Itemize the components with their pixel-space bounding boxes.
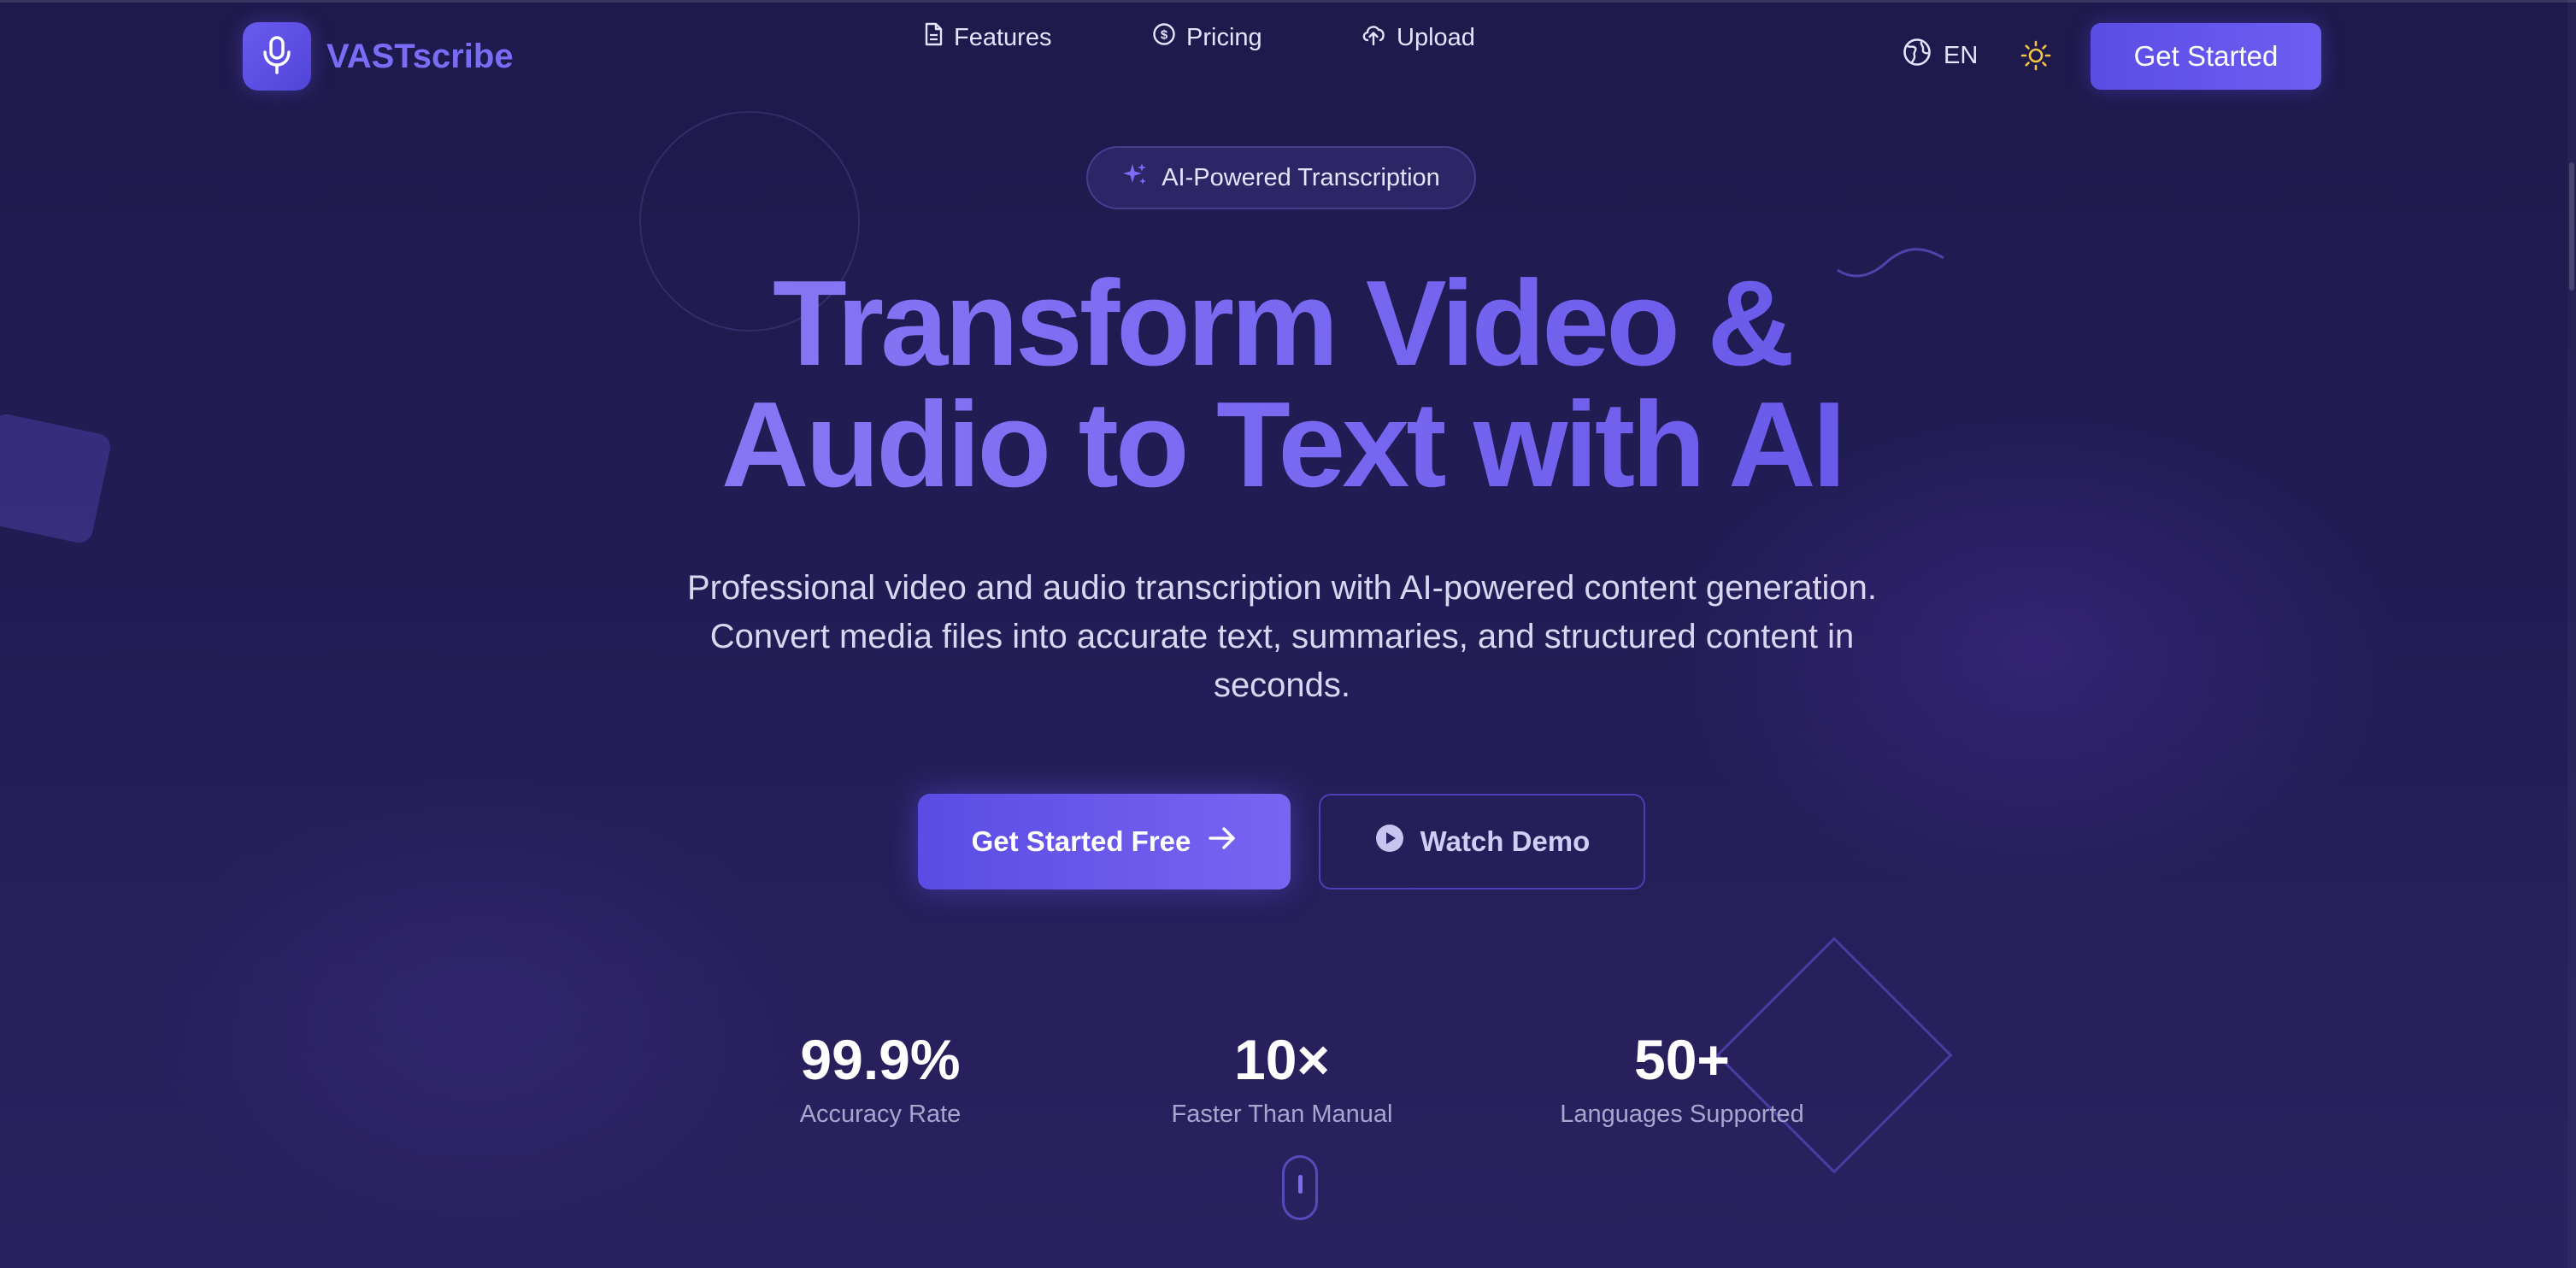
stat-value: 10× xyxy=(1234,1028,1330,1091)
play-circle-icon xyxy=(1374,823,1405,860)
hero-subtitle: Professional video and audio transcripti… xyxy=(632,564,1932,710)
scroll-indicator-dot xyxy=(1298,1175,1303,1194)
document-icon xyxy=(923,22,944,53)
scrollbar-thumb[interactable] xyxy=(2569,162,2574,291)
stat-accuracy: 99.9% Accuracy Rate xyxy=(752,1024,1009,1129)
theme-toggle-button[interactable] xyxy=(2020,40,2051,71)
nav-item-label: Upload xyxy=(1397,23,1475,51)
arrow-right-icon xyxy=(1208,825,1237,858)
watch-demo-button[interactable]: Watch Demo xyxy=(1319,794,1645,889)
stat-label: Faster Than Manual xyxy=(1171,1101,1393,1128)
stat-value: 99.9% xyxy=(800,1028,961,1091)
scroll-down-indicator[interactable] xyxy=(1282,1155,1318,1220)
stat-languages: 50+ Languages Supported xyxy=(1528,1024,1836,1129)
hero-badge: AI-Powered Transcription xyxy=(1086,146,1476,209)
hero-subtitle-line-2: Convert media files into accurate text, … xyxy=(709,618,1855,655)
hero-title-line-1: Transform Video & xyxy=(0,263,2564,385)
get-started-free-button[interactable]: Get Started Free xyxy=(918,794,1291,889)
page-scrollbar[interactable] xyxy=(2567,0,2576,1268)
window-top-border xyxy=(0,0,2576,3)
language-label: EN xyxy=(1944,41,1979,69)
stat-label: Languages Supported xyxy=(1560,1101,1804,1128)
nav-item-features[interactable]: Features xyxy=(923,22,1094,53)
language-selector[interactable]: EN xyxy=(1903,38,1978,73)
microphone-icon xyxy=(260,35,294,79)
brand-home-link[interactable]: VASTscribe xyxy=(243,22,514,91)
sun-icon xyxy=(2020,40,2051,74)
nav-item-label: Features xyxy=(954,23,1052,51)
hero-title: Transform Video & Audio to Text with AI xyxy=(0,263,2564,506)
globe-icon xyxy=(1903,38,1932,73)
nav-item-upload[interactable]: Upload xyxy=(1361,22,1532,53)
hero-subtitle-line-3: seconds. xyxy=(1213,666,1351,704)
get-started-button[interactable]: Get Started xyxy=(2091,23,2321,90)
nav-item-label: Pricing xyxy=(1186,23,1262,51)
get-started-free-label: Get Started Free xyxy=(971,825,1191,857)
hero-badge-label: AI-Powered Transcription xyxy=(1162,163,1440,191)
sparkles-icon xyxy=(1122,161,1148,194)
hero-title-line-2: Audio to Text with AI xyxy=(0,385,2564,506)
nav-item-pricing[interactable]: $ Pricing xyxy=(1152,22,1323,53)
hero-subtitle-line-1: Professional video and audio transcripti… xyxy=(687,569,1877,607)
svg-text:$: $ xyxy=(1161,28,1168,43)
dollar-circle-icon: $ xyxy=(1152,22,1176,53)
stat-speed: 10× Faster Than Manual xyxy=(1137,1024,1427,1129)
stat-value: 50+ xyxy=(1634,1028,1730,1091)
watch-demo-label: Watch Demo xyxy=(1420,825,1591,857)
stat-label: Accuracy Rate xyxy=(799,1101,962,1128)
brand-logo xyxy=(243,22,311,91)
cloud-upload-icon xyxy=(1361,22,1386,53)
brand-name: VASTscribe xyxy=(326,37,514,75)
